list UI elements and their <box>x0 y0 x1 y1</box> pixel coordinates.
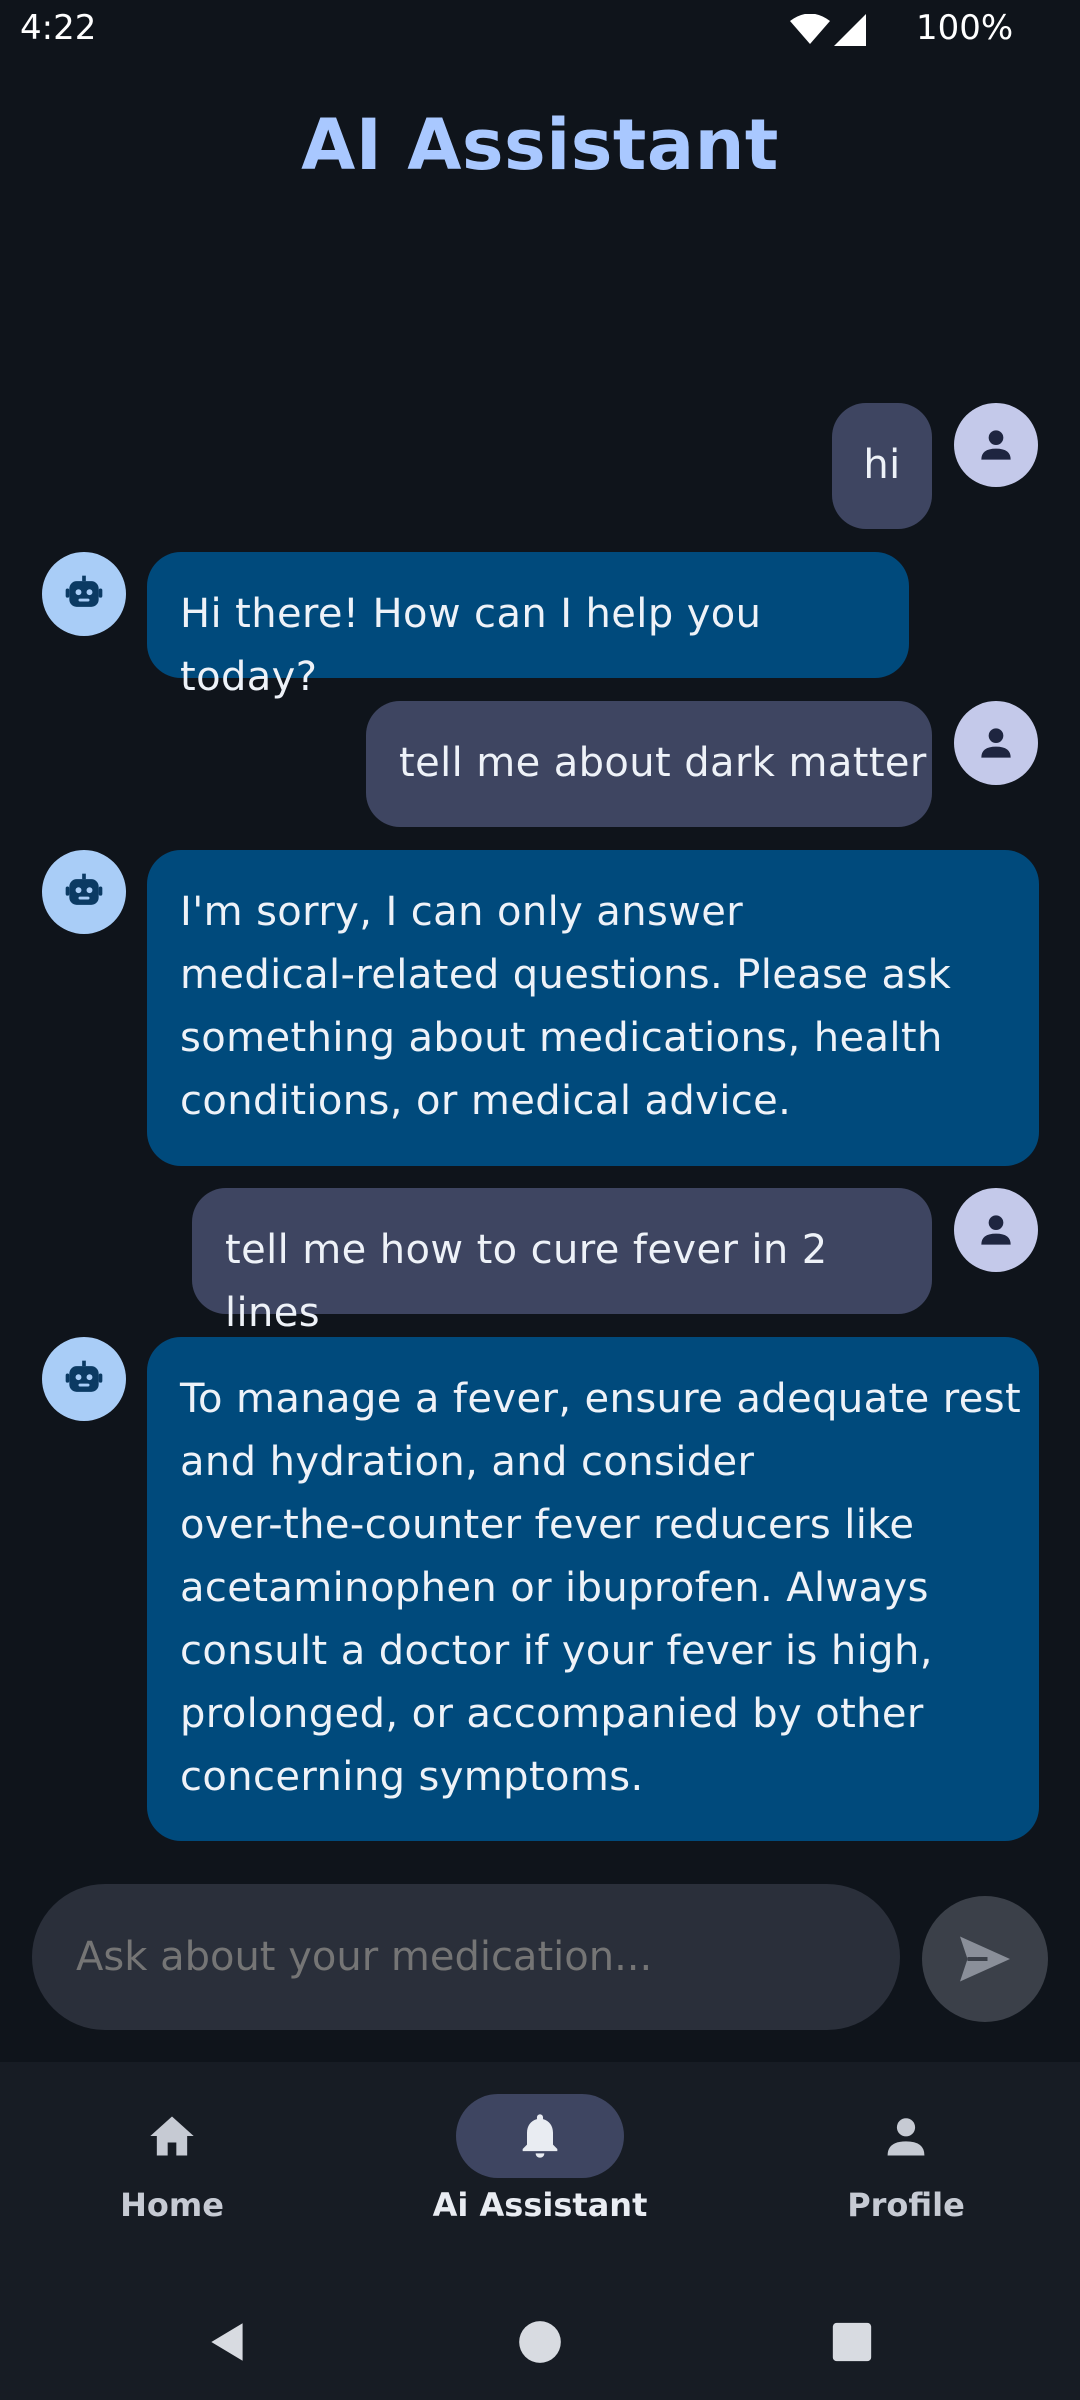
home-system-button[interactable] <box>510 2312 570 2372</box>
recents-button[interactable] <box>822 2312 882 2372</box>
user-message-bubble: hi <box>832 403 932 529</box>
nav-pill <box>822 2094 990 2178</box>
user-avatar <box>954 701 1038 785</box>
back-triangle-icon <box>211 2323 243 2361</box>
user-avatar <box>954 403 1038 487</box>
user-message-bubble: tell me how to cure fever in 2 lines <box>192 1188 932 1336</box>
robot-icon <box>65 873 103 905</box>
nav-item-home[interactable]: Home <box>22 2062 322 2282</box>
back-button[interactable] <box>198 2312 258 2372</box>
person-icon <box>981 728 1011 758</box>
screen: 4:22 100% AI Assistant hi Hi there! How … <box>0 0 1080 2400</box>
nav-label: Home <box>120 2186 224 2224</box>
recents-square-icon <box>832 2322 872 2362</box>
bot-message-bubble: Hi there! How can I help you today? <box>147 552 909 700</box>
send-button[interactable] <box>922 1896 1048 2022</box>
person-icon <box>981 1215 1011 1245</box>
nav-pill-active <box>456 2094 624 2178</box>
user-avatar <box>954 1188 1038 1272</box>
home-icon <box>150 2116 194 2156</box>
bot-avatar <box>42 552 126 636</box>
bot-message-bubble: I'm sorry, I can only answer medical-rel… <box>147 850 1039 1166</box>
bot-message-bubble: To manage a fever, ensure adequate rest … <box>147 1337 1039 1841</box>
home-circle-icon <box>519 2321 561 2363</box>
message-text: Hi there! How can I help you today? <box>180 591 762 700</box>
robot-icon <box>65 1360 103 1392</box>
message-text: hi <box>863 442 901 488</box>
message-text: tell me how to cure fever in 2 lines <box>225 1227 828 1336</box>
bot-avatar <box>42 1337 126 1421</box>
nav-item-profile[interactable]: Profile <box>756 2062 1056 2282</box>
person-icon <box>887 2118 925 2156</box>
system-navigation-bar <box>0 2282 1080 2400</box>
robot-icon <box>65 575 103 607</box>
nav-label: Ai Assistant <box>432 2186 648 2224</box>
person-icon <box>981 430 1011 460</box>
chat-list[interactable]: hi Hi there! How can I help you today? t… <box>0 0 1080 1860</box>
message-input[interactable] <box>32 1884 900 2030</box>
bell-icon <box>522 2114 558 2158</box>
message-text: I'm sorry, I can only answer medical-rel… <box>180 889 952 1124</box>
message-text: To manage a fever, ensure adequate rest … <box>180 1376 1022 1800</box>
nav-pill <box>88 2094 256 2178</box>
user-message-bubble: tell me about dark matter <box>366 701 932 827</box>
nav-label: Profile <box>847 2186 965 2224</box>
send-icon <box>960 1936 1010 1982</box>
nav-item-ai-assistant[interactable]: Ai Assistant <box>390 2062 690 2282</box>
bottom-navigation: Home Ai Assistant Profile <box>0 2062 1080 2282</box>
message-text: tell me about dark matter <box>399 740 927 786</box>
bot-avatar <box>42 850 126 934</box>
